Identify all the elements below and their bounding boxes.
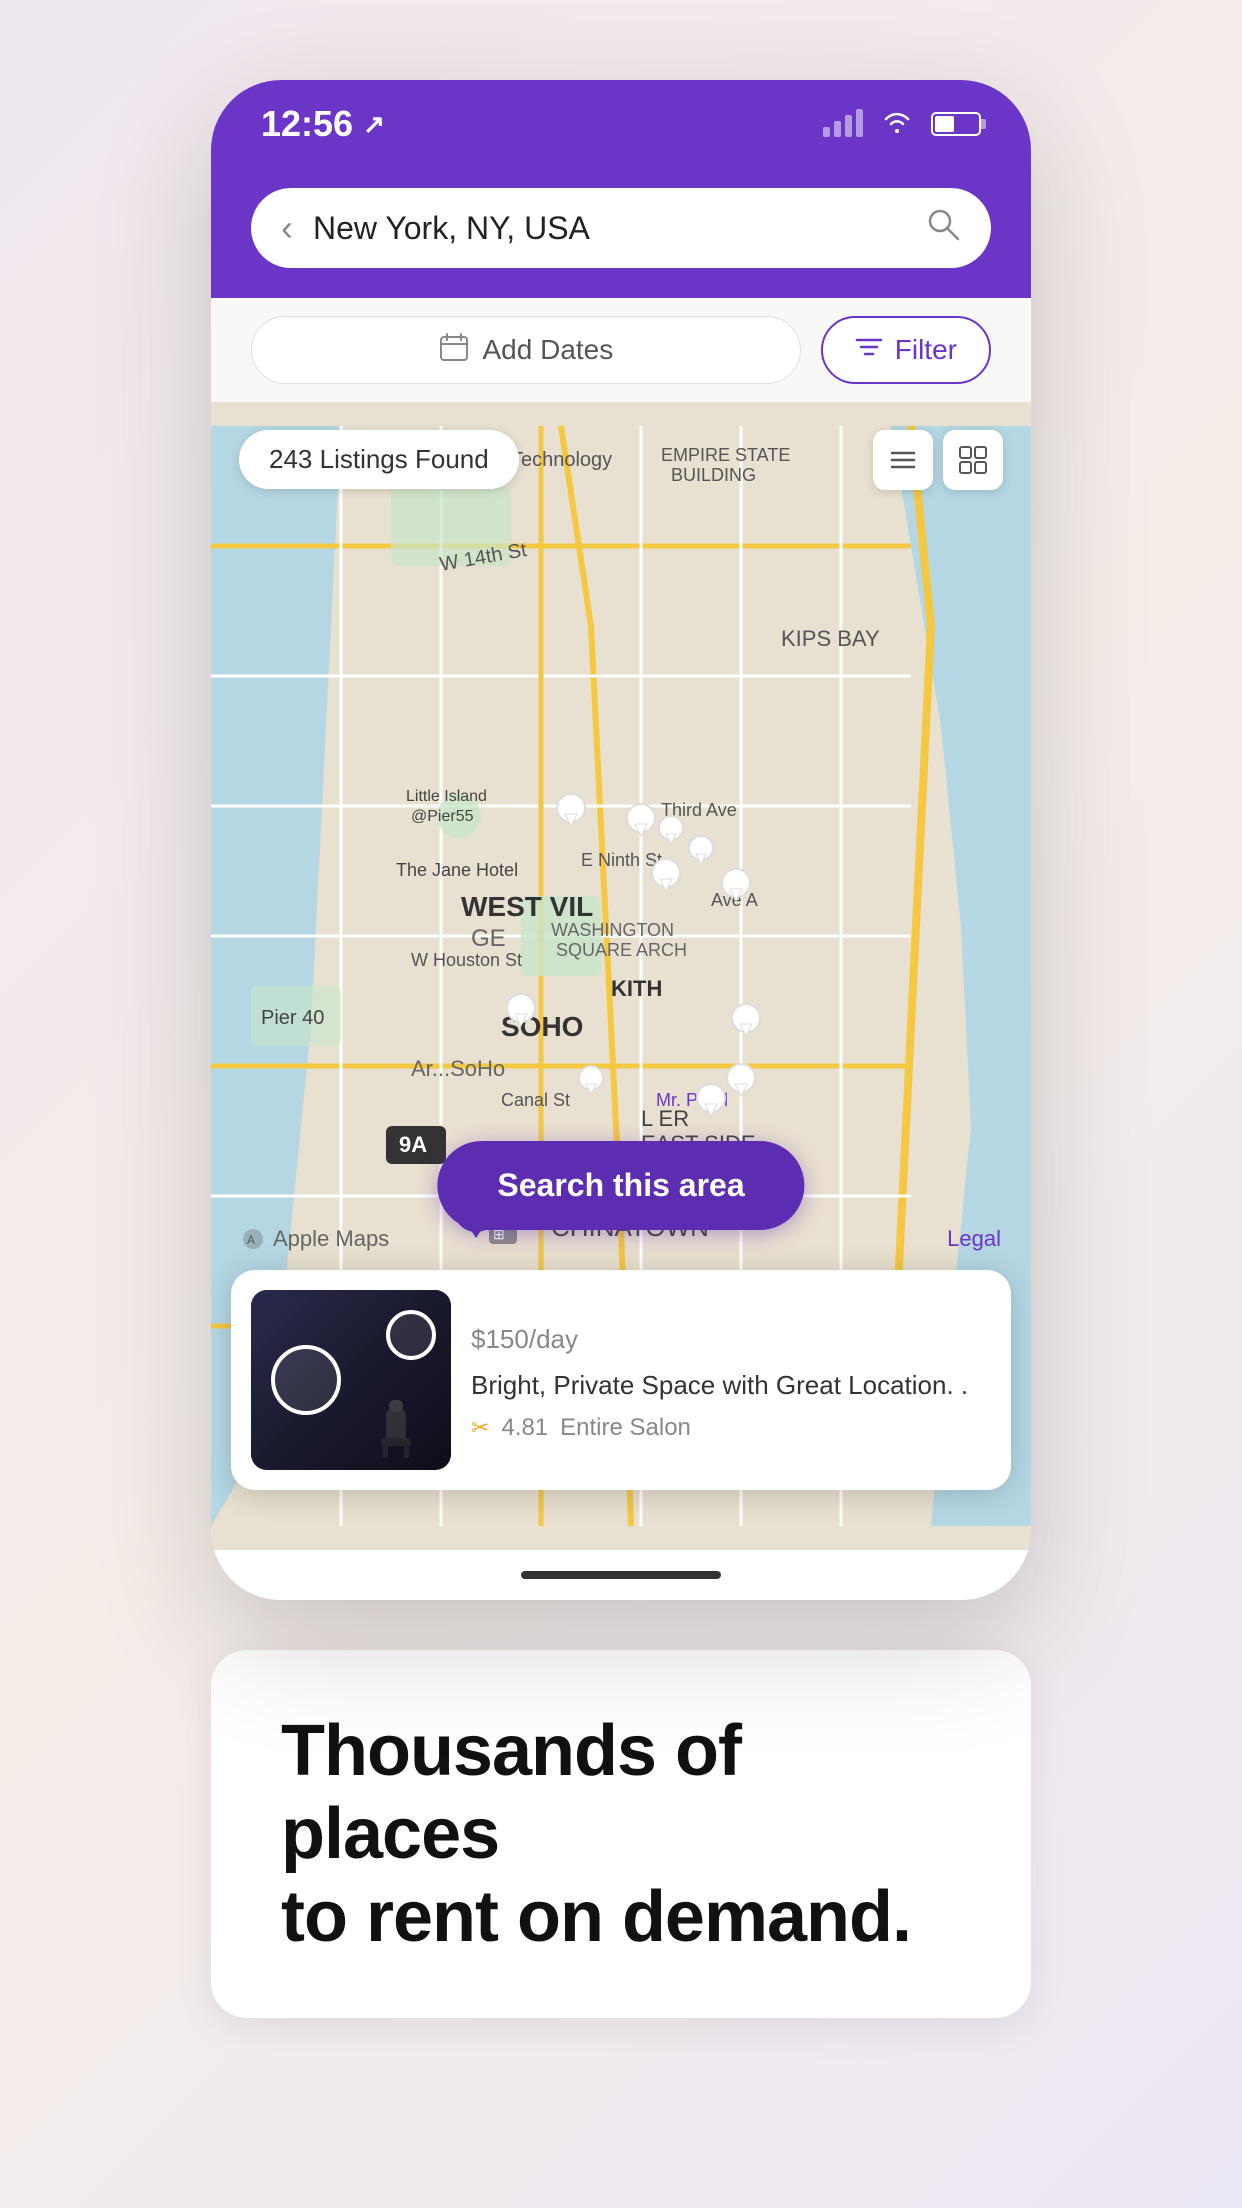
tagline-text: Thousands of places to rent on demand.	[281, 1710, 961, 1958]
svg-text:KIPS BAY: KIPS BAY	[781, 626, 880, 651]
svg-text:The Jane Hotel: The Jane Hotel	[396, 860, 518, 880]
legal-link[interactable]: Legal	[947, 1226, 1001, 1252]
add-dates-button[interactable]: Add Dates	[251, 316, 801, 384]
status-icons	[823, 108, 981, 140]
svg-text:KITH: KITH	[611, 976, 662, 1001]
map-view-controls	[873, 430, 1003, 490]
filter-icon	[855, 334, 883, 366]
signal-icon	[823, 111, 863, 137]
listings-count-badge: 243 Listings Found	[239, 430, 519, 489]
filter-label: Filter	[895, 334, 957, 366]
listing-meta: ✂ 4.81 Entire Salon	[471, 1414, 991, 1442]
listings-count-text: 243 Listings Found	[269, 444, 489, 474]
listing-info: $150/day Bright, Private Space with Grea…	[471, 1318, 991, 1443]
svg-text:BUILDING: BUILDING	[671, 465, 756, 485]
search-icon[interactable]	[925, 206, 961, 251]
listing-price: $150/day	[471, 1318, 991, 1357]
status-time: 12:56 ↗	[261, 103, 385, 145]
time-display: 12:56	[261, 103, 353, 145]
legal-text: Legal	[947, 1226, 1001, 1251]
listing-image	[251, 1290, 451, 1470]
status-bar: 12:56 ↗	[211, 80, 1031, 168]
svg-text:9A: 9A	[399, 1132, 427, 1157]
svg-text:GE: GE	[471, 925, 506, 952]
list-view-button[interactable]	[873, 430, 933, 490]
svg-text:Technology: Technology	[511, 449, 612, 471]
svg-text:A: A	[247, 1233, 255, 1247]
tagline-line1: Thousands of places	[281, 1711, 741, 1874]
search-area-header: ‹ New York, NY, USA	[211, 168, 1031, 298]
wifi-icon	[881, 108, 913, 140]
listing-card[interactable]: $150/day Bright, Private Space with Grea…	[231, 1270, 1011, 1490]
back-button[interactable]: ‹	[281, 207, 293, 249]
listing-name: Bright, Private Space with Great Locatio…	[471, 1369, 991, 1403]
svg-text:@Pier55: @Pier55	[411, 808, 474, 825]
filter-button[interactable]: Filter	[821, 316, 991, 384]
price-unit: /day	[529, 1324, 578, 1354]
svg-text:E Ninth St: E Ninth St	[581, 850, 662, 870]
listing-type: Entire Salon	[560, 1414, 691, 1442]
battery-icon	[931, 112, 981, 136]
svg-text:Pier 40: Pier 40	[261, 1007, 324, 1029]
svg-text:Little Island: Little Island	[406, 788, 487, 805]
search-input-value[interactable]: New York, NY, USA	[313, 210, 905, 247]
home-bar	[521, 1571, 721, 1579]
rating-icon: ✂	[471, 1415, 489, 1441]
apple-maps-watermark: A Apple Maps	[241, 1226, 389, 1252]
price-amount: $150	[471, 1324, 529, 1354]
tagline-line2: to rent on demand.	[281, 1877, 911, 1957]
svg-text:Canal St: Canal St	[501, 1090, 570, 1110]
apple-maps-text: Apple Maps	[273, 1226, 389, 1252]
svg-text:EMPIRE STATE: EMPIRE STATE	[661, 445, 790, 465]
home-indicator	[211, 1550, 1031, 1600]
search-area-label: Search this area	[497, 1167, 744, 1203]
calendar-icon	[439, 332, 469, 369]
location-arrow-icon: ↗	[363, 109, 385, 140]
listing-rating: 4.81	[501, 1414, 548, 1442]
map-container[interactable]: WEST VIL GE SOHO Ar...SoHo TRIBECA CHINA…	[211, 402, 1031, 1550]
svg-text:WEST VIL: WEST VIL	[461, 891, 593, 922]
svg-text:Ar...SoHo: Ar...SoHo	[411, 1056, 505, 1081]
grid-view-button[interactable]	[943, 430, 1003, 490]
add-dates-label: Add Dates	[483, 334, 614, 366]
svg-text:W Houston St: W Houston St	[411, 950, 522, 970]
search-bar[interactable]: ‹ New York, NY, USA	[251, 188, 991, 268]
svg-text:WASHINGTON: WASHINGTON	[551, 920, 674, 940]
search-this-area-button[interactable]: Search this area	[437, 1141, 804, 1230]
tagline-section: Thousands of places to rent on demand.	[211, 1650, 1031, 2018]
filters-row: Add Dates Filter	[211, 298, 1031, 402]
phone-shell: 12:56 ↗ ‹ New York, NY, USA	[211, 80, 1031, 1600]
svg-text:SQUARE ARCH: SQUARE ARCH	[556, 940, 687, 960]
